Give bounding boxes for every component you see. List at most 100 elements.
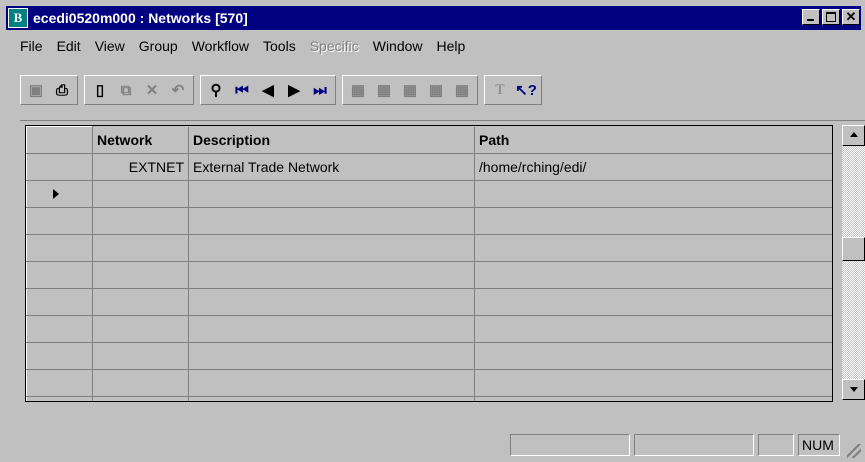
cell-path[interactable] (474, 261, 832, 289)
minimize-button[interactable] (802, 9, 820, 25)
menu-group[interactable]: Group (139, 38, 178, 54)
cell-description[interactable] (188, 288, 475, 316)
table-row[interactable] (26, 342, 832, 370)
table-row[interactable] (26, 207, 832, 235)
cell-description[interactable] (188, 180, 475, 208)
scroll-up-button[interactable] (842, 125, 865, 146)
row-header[interactable] (26, 234, 93, 262)
last-record-icon[interactable]: ⏭ (308, 78, 332, 102)
menu-bar: File Edit View Group Workflow Tools Spec… (20, 38, 479, 54)
table-row[interactable] (26, 261, 832, 289)
title-bar[interactable]: B ecedi0520m000 : Networks [570] ✕ (6, 6, 861, 30)
menu-window[interactable]: Window (373, 38, 423, 54)
find-icon[interactable]: ⚲ (204, 78, 228, 102)
row-header[interactable] (26, 288, 93, 316)
text-icon[interactable]: T (488, 78, 512, 102)
table-row[interactable]: EXTNET External Trade Network /home/rchi… (26, 153, 832, 181)
cell-path[interactable] (474, 207, 832, 235)
undo-icon[interactable]: ↶ (166, 78, 190, 102)
app-icon[interactable]: B (8, 8, 28, 28)
cell-network[interactable]: EXTNET (92, 153, 189, 181)
first-record-icon[interactable]: ⏮ (230, 78, 254, 102)
application-window: B ecedi0520m000 : Networks [570] ✕ File … (0, 0, 865, 462)
cell-path[interactable] (474, 315, 832, 343)
group-first-icon[interactable]: ▦ (346, 78, 370, 102)
table-row[interactable] (26, 180, 832, 208)
save-icon[interactable]: ▣ (24, 78, 48, 102)
status-panel (758, 434, 794, 456)
print-icon[interactable]: ⎙ (50, 78, 74, 102)
cell-path[interactable] (474, 288, 832, 316)
cell-description[interactable] (188, 369, 475, 397)
new-icon[interactable]: ▯ (88, 78, 112, 102)
group-prev-icon[interactable]: ▦ (372, 78, 396, 102)
row-header[interactable] (26, 153, 93, 181)
cell-network[interactable] (92, 288, 189, 316)
cell-description[interactable] (188, 315, 475, 343)
table-row[interactable] (26, 396, 832, 401)
menu-file[interactable]: File (20, 38, 43, 54)
table-row[interactable] (26, 369, 832, 397)
num-lock-indicator: NUM (798, 434, 840, 456)
cell-description[interactable]: External Trade Network (188, 153, 475, 181)
maximize-button[interactable] (822, 9, 840, 25)
cell-network[interactable] (92, 342, 189, 370)
menu-view[interactable]: View (95, 38, 125, 54)
cell-network[interactable] (92, 396, 189, 401)
cell-network[interactable] (92, 315, 189, 343)
cell-path[interactable] (474, 342, 832, 370)
row-header[interactable] (26, 342, 93, 370)
cell-path[interactable]: /home/rching/edi/ (474, 153, 832, 181)
cell-description[interactable] (188, 261, 475, 289)
menu-edit[interactable]: Edit (57, 38, 81, 54)
row-header[interactable] (26, 261, 93, 289)
cell-description[interactable] (188, 207, 475, 235)
row-header[interactable] (26, 207, 93, 235)
row-header-current[interactable] (26, 180, 93, 208)
column-header-path[interactable]: Path (474, 126, 832, 154)
group-icon[interactable]: ▦ (398, 78, 422, 102)
table-row[interactable] (26, 315, 832, 343)
context-help-icon[interactable]: ↖? (514, 78, 538, 102)
row-header[interactable] (26, 396, 93, 401)
status-panel (634, 434, 754, 456)
column-header-network[interactable]: Network (92, 126, 189, 154)
cell-network[interactable] (92, 261, 189, 289)
column-header-description[interactable]: Description (188, 126, 475, 154)
table-row[interactable] (26, 288, 832, 316)
cell-network[interactable] (92, 207, 189, 235)
menu-tools[interactable]: Tools (263, 38, 296, 54)
menu-workflow[interactable]: Workflow (192, 38, 249, 54)
cell-path[interactable] (474, 369, 832, 397)
group-next-icon[interactable]: ▦ (424, 78, 448, 102)
row-header[interactable] (26, 315, 93, 343)
copy-icon[interactable]: ⧉ (114, 78, 138, 102)
table-row[interactable] (26, 234, 832, 262)
status-message (6, 434, 506, 456)
status-bar: NUM (6, 432, 861, 460)
vertical-scrollbar[interactable] (842, 125, 865, 400)
cell-description[interactable] (188, 396, 475, 401)
menu-help[interactable]: Help (437, 38, 466, 54)
delete-icon[interactable]: ✕ (140, 78, 164, 102)
menu-specific: Specific (309, 38, 359, 54)
cell-network[interactable] (92, 369, 189, 397)
header-row: Network Description Path (26, 126, 832, 154)
row-header[interactable] (26, 369, 93, 397)
scroll-thumb[interactable] (842, 237, 865, 261)
next-record-icon[interactable]: ▶ (282, 78, 306, 102)
window-title: ecedi0520m000 : Networks [570] (33, 10, 248, 26)
group-last-icon[interactable]: ▦ (450, 78, 474, 102)
scroll-down-button[interactable] (842, 379, 865, 400)
close-button[interactable]: ✕ (842, 9, 860, 25)
cell-network[interactable] (92, 180, 189, 208)
status-panel (510, 434, 630, 456)
cell-description[interactable] (188, 342, 475, 370)
cell-network[interactable] (92, 234, 189, 262)
cell-path[interactable] (474, 180, 832, 208)
previous-record-icon[interactable]: ◀ (256, 78, 280, 102)
resize-grip-icon[interactable] (847, 444, 861, 458)
cell-description[interactable] (188, 234, 475, 262)
cell-path[interactable] (474, 234, 832, 262)
cell-path[interactable] (474, 396, 832, 401)
